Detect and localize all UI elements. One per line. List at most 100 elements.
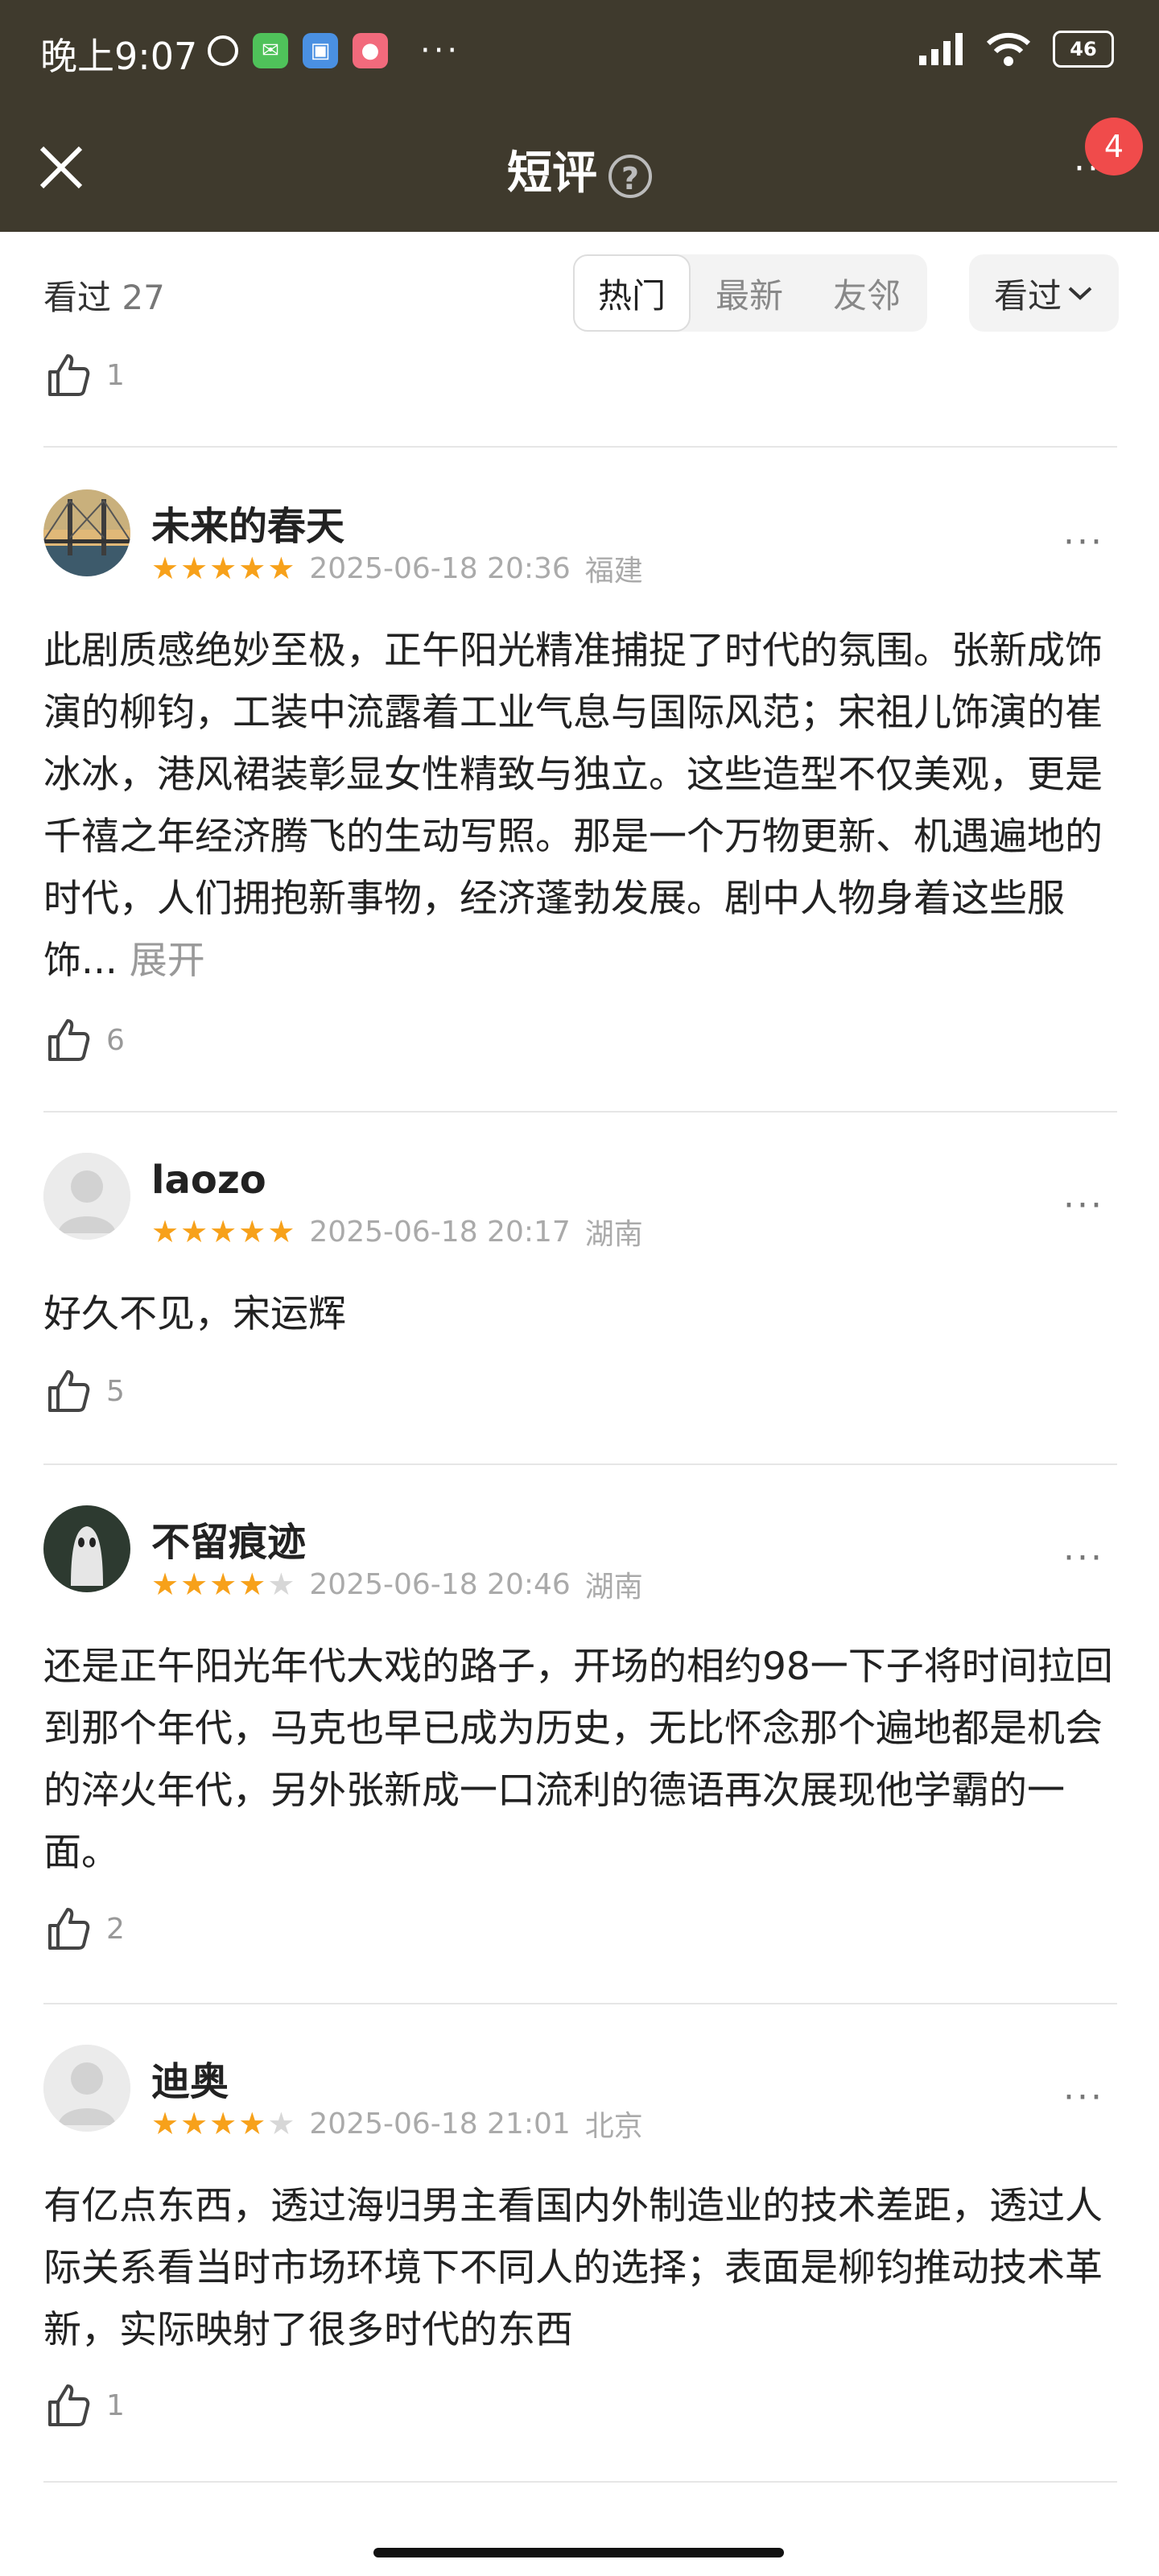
top-bar: 晚上9:07 ✉ ▣ ● ··· 46 短评 ? ·· 4: [0, 0, 1159, 232]
alarm-icon: [208, 35, 238, 66]
divider: [43, 2003, 1117, 2004]
sort-tabs: 热门 最新 友邻: [573, 254, 927, 332]
bridge-avatar-image: [43, 489, 130, 576]
rating-stars: ★ ★ ★ ★ ★: [151, 553, 295, 584]
wifi-icon: [987, 32, 1030, 66]
comment-body: 此剧质感绝妙至极，正午阳光精准捕捉了时代的氛围。张新成饰演的柳钧，工装中流露着工…: [43, 629, 1103, 983]
ghost-avatar-image: [43, 1505, 130, 1592]
star-icon: ★: [238, 1567, 266, 1602]
more-options-icon[interactable]: ···: [1063, 1538, 1104, 1579]
seen-dropdown-label: 看过: [993, 275, 1062, 316]
like-button[interactable]: 1: [43, 2381, 125, 2429]
like-count: 1: [106, 358, 125, 392]
comment-text: 此剧质感绝妙至极，正午阳光精准捕捉了时代的氛围。张新成饰演的柳钧，工装中流露着工…: [43, 620, 1117, 992]
user-name[interactable]: 迪奥: [151, 2050, 229, 2106]
filter-bar: 看过 27 热门 最新 友邻 看过: [0, 232, 1159, 353]
bag-icon: ▣: [303, 33, 338, 68]
seen-count-value: 27: [122, 278, 165, 317]
help-icon[interactable]: ?: [608, 154, 652, 198]
signal-icon: [919, 33, 963, 65]
like-button[interactable]: 6: [43, 1016, 125, 1064]
status-time: 晚上9:07: [40, 35, 198, 78]
seen-count: 看过 27: [43, 270, 165, 320]
star-icon: ★: [151, 1214, 179, 1249]
more-options-icon[interactable]: ···: [1063, 522, 1104, 563]
avatar[interactable]: [43, 489, 130, 576]
divider: [43, 1463, 1117, 1465]
app-icon: ●: [353, 33, 388, 68]
notification-badge: 4: [1085, 118, 1143, 175]
comment-location: 北京: [584, 2110, 643, 2143]
like-count: 5: [106, 1374, 125, 1408]
status-right: 46: [919, 31, 1114, 68]
tab-latest[interactable]: 最新: [691, 254, 808, 332]
divider: [43, 1111, 1117, 1113]
star-empty-icon: ★: [267, 2106, 295, 2141]
like-button[interactable]: 2: [43, 1905, 125, 1953]
comment-date: 2025-06-18 20:46: [309, 1567, 571, 1601]
comment-location: 福建: [584, 555, 643, 588]
star-icon: ★: [267, 551, 295, 586]
star-icon: ★: [209, 2106, 237, 2141]
star-icon: ★: [238, 2106, 266, 2141]
tab-friends[interactable]: 友邻: [808, 254, 926, 332]
page-title: 短评?: [0, 137, 1159, 202]
more-notifications-icon: ···: [420, 32, 461, 69]
star-empty-icon: ★: [267, 1567, 295, 1602]
status-bar: 晚上9:07 ✉ ▣ ● ··· 46: [0, 0, 1159, 105]
avatar[interactable]: [43, 1505, 130, 1592]
star-icon: ★: [151, 551, 179, 586]
star-icon: ★: [209, 1214, 237, 1249]
divider: [43, 446, 1117, 448]
like-count: 6: [106, 1023, 125, 1057]
avatar[interactable]: [43, 2045, 130, 2132]
comment-text: 好久不见，宋运辉: [43, 1292, 346, 1336]
star-icon: ★: [238, 551, 266, 586]
expand-link[interactable]: 展开: [130, 939, 205, 983]
seen-dropdown[interactable]: 看过: [969, 254, 1119, 332]
user-name[interactable]: laozo: [151, 1158, 266, 1203]
title-bar: 短评? ·· 4: [0, 105, 1159, 232]
star-icon: ★: [180, 1567, 208, 1602]
rating-stars: ★ ★ ★ ★ ★: [151, 1569, 295, 1600]
comment-text: 还是正午阳光年代大戏的路子，开场的相约98一下子将时间拉回到那个年代，马克也早已…: [43, 1645, 1113, 1875]
seen-label: 看过: [43, 278, 112, 317]
like-count: 1: [106, 2388, 125, 2422]
comment-location: 湖南: [584, 1571, 643, 1604]
rating-stars: ★ ★ ★ ★ ★: [151, 2108, 295, 2139]
star-icon: ★: [180, 1214, 208, 1249]
star-icon: ★: [151, 2106, 179, 2141]
comment-text: 有亿点东西，透过海归男主看国内外制造业的技术差距，透过人际关系看当时市场环境下不…: [43, 2184, 1103, 2352]
star-icon: ★: [180, 2106, 208, 2141]
like-button[interactable]: 5: [43, 1367, 125, 1415]
more-options-icon[interactable]: ···: [1063, 1185, 1104, 1226]
like-count: 2: [106, 1912, 125, 1946]
home-indicator[interactable]: [373, 2548, 784, 2557]
divider: [43, 2481, 1117, 2483]
wechat-icon: ✉: [253, 33, 288, 68]
default-avatar-image: [43, 1153, 130, 1240]
star-icon: ★: [209, 551, 237, 586]
user-name[interactable]: 不留痕迹: [151, 1510, 306, 1567]
notification-icons: ✉ ▣ ● ···: [208, 32, 460, 69]
chevron-down-icon: [1068, 287, 1092, 300]
comment-meta: ★ ★ ★ ★ ★ 2025-06-18 20:36 福建: [151, 547, 643, 589]
comment-location: 湖南: [584, 1218, 643, 1251]
star-icon: ★: [151, 1567, 179, 1602]
star-icon: ★: [267, 1214, 295, 1249]
comment-date: 2025-06-18 21:01: [309, 2107, 571, 2140]
comment-date: 2025-06-18 20:36: [309, 551, 571, 585]
comment-date: 2025-06-18 20:17: [309, 1215, 571, 1249]
thumbs-up-icon: [48, 2384, 90, 2426]
comment-meta: ★ ★ ★ ★ ★ 2025-06-18 20:46 湖南: [151, 1563, 643, 1605]
avatar[interactable]: [43, 1153, 130, 1240]
default-avatar-image: [43, 2045, 130, 2132]
rating-stars: ★ ★ ★ ★ ★: [151, 1216, 295, 1247]
more-options-icon[interactable]: ···: [1063, 2077, 1104, 2118]
like-button[interactable]: 1: [43, 351, 125, 399]
user-name[interactable]: 未来的春天: [151, 494, 344, 551]
star-icon: ★: [238, 1214, 266, 1249]
battery-icon: 46: [1053, 31, 1114, 68]
comment-meta: ★ ★ ★ ★ ★ 2025-06-18 21:01 北京: [151, 2103, 643, 2145]
tab-hot[interactable]: 热门: [573, 254, 691, 332]
